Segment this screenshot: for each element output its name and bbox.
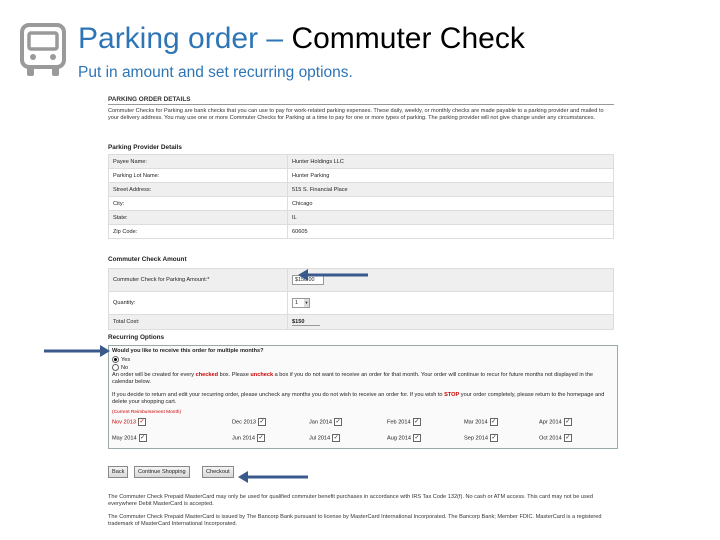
table-row: City: Chicago [108,196,614,211]
table-row: Street Address: 515 S. Financial Place [108,182,614,197]
provider-table: Payee Name: Hunter Holdings LLC Parking L… [108,154,614,239]
provider-details-header: Parking Provider Details [108,144,182,151]
month-checkbox[interactable]: Jun 2014 ✓ [232,434,266,442]
month-checkbox[interactable]: Jan 2014 ✓ [309,418,343,426]
back-button[interactable]: Back [108,466,129,478]
month-checkbox[interactable]: Sep 2014 ✓ [464,434,498,442]
month-checkbox[interactable]: Oct 2014 ✓ [539,434,572,442]
total-cost: $150 [292,319,320,326]
order-screenshot: PARKING ORDER DETAILS Commuter Checks fo… [106,92,618,540]
arrow-left-icon [238,471,308,483]
month-checkbox[interactable]: Jul 2014 ✓ [309,434,341,442]
table-row: Parking Lot Name: Hunter Parking [108,168,614,183]
footer-disclaimer-1: The Commuter Check Prepaid MasterCard ma… [108,494,594,507]
radio-no[interactable]: No [112,364,128,371]
order-details-header: PARKING ORDER DETAILS [108,96,191,103]
radio-yes[interactable]: Yes [112,356,130,363]
month-checkbox[interactable]: Feb 2014 ✓ [387,418,421,426]
chevron-down-icon: ▼ [304,299,309,307]
month-checkbox[interactable]: May 2014 ✓ [112,434,147,442]
current-month-label: (Current Reimbursement Month) [112,410,182,415]
recurring-instructions: An order will be created for every check… [112,372,594,385]
recurring-edit-note: If you decide to return and edit your re… [112,392,605,405]
arrow-left-icon [298,269,368,281]
intro-text: Commuter Checks for Parking are bank che… [108,108,604,121]
footer-disclaimer-2: The Commuter Check Prepaid MasterCard is… [108,514,602,527]
month-checkbox[interactable]: Aug 2014 ✓ [387,434,421,442]
slide-subtitle: Put in amount and set recurring options. [78,64,353,81]
quantity-select[interactable]: 1 ▼ [292,298,310,308]
bus-icon [20,23,66,76]
table-row: Total Cost: $150 [108,314,614,330]
month-checkbox[interactable]: Nov 2013 ✓ [112,418,146,426]
recurring-header: Recurring Options [108,334,165,341]
continue-shopping-button[interactable]: Continue Shopping [134,466,190,478]
month-checkbox[interactable]: Dec 2013 ✓ [232,418,266,426]
table-row: Payee Name: Hunter Holdings LLC [108,154,614,169]
month-checkbox[interactable]: Apr 2014 ✓ [539,418,572,426]
recurring-options-box: Would you like to receive this order for… [108,345,618,449]
table-row: State: IL [108,210,614,225]
month-checkbox[interactable]: Mar 2014 ✓ [464,418,498,426]
recurring-question: Would you like to receive this order for… [112,348,264,354]
slide-title: Parking order – Commuter Check [78,22,525,55]
arrow-right-icon [44,345,110,357]
table-row: Zip Code: 60605 [108,224,614,239]
amount-header: Commuter Check Amount [108,256,187,263]
table-row: Quantity: 1 ▼ [108,291,614,315]
checkout-button[interactable]: Checkout [202,466,234,478]
